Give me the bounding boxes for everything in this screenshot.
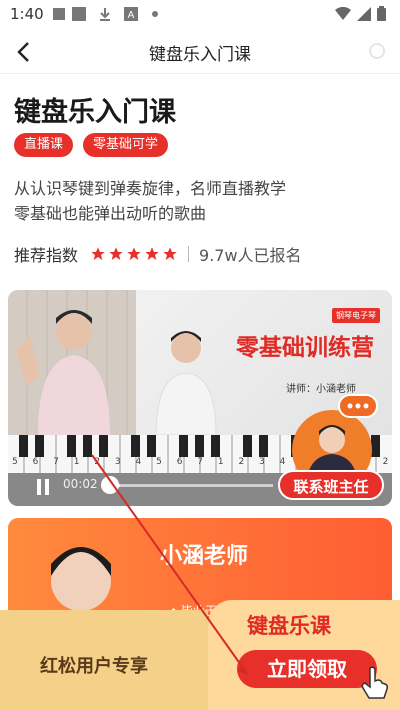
tag-beginner: 零基础可学 [83,133,169,157]
course-title: 键盘乐入门课 [14,97,176,128]
download-icon [100,8,110,21]
star-icon [145,247,159,260]
divider [188,246,190,262]
rating-row: 推荐指数 9.7w人已报名 [14,242,302,266]
status-time: 1:40 [10,5,44,23]
video-left-scene [8,290,136,435]
teacher-portrait-icon [155,331,217,435]
course-tags: 直播课 零基础可学 [14,133,169,157]
rating-stars [90,246,178,262]
status-bar: 1:40 A [0,0,400,28]
teacher-name: 小涵老师 [160,544,249,569]
progress-knob[interactable] [101,476,119,494]
contact-teacher-button[interactable]: 联系班主任 [278,470,384,500]
status-right [335,6,386,21]
share-icon[interactable] [368,42,386,60]
square-icon [72,7,86,21]
current-time: 00:02 [63,477,98,491]
pointing-hand-icon [361,666,388,699]
star-icon [127,247,141,260]
pause-icon[interactable] [32,476,54,498]
star-icon [109,247,123,260]
dot-icon [152,11,158,17]
brand-badge: 钢琴电子琴 [332,308,380,323]
teacher-figure-icon [16,310,110,435]
description-line-1: 从认识琴键到弹奏旋律，名师直播教学 [14,179,287,198]
description-line-2: 零基础也能弹出动听的歌曲 [14,204,207,223]
star-icon [163,247,177,260]
contact-widget[interactable]: 联系班主任 [278,394,384,502]
signal-icon [357,6,371,21]
tag-live: 直播课 [14,133,74,157]
member-exclusive-text: 红松用户专享 [40,656,148,677]
lecturer-line: 讲师：小涵老师 [286,384,356,395]
claim-now-button[interactable]: 立即领取 [237,650,377,688]
gallery-icon [53,8,65,20]
chat-bubble-icon [338,394,378,418]
camp-headline: 零基础训练营 [236,335,374,361]
enrolled-count: 9.7w人已报名 [199,246,302,265]
rating-label: 推荐指数 [14,246,79,265]
course-description: 从认识琴键到弹奏旋律，名师直播教学 零基础也能弹出动听的歌曲 [14,176,286,226]
promo-title: 键盘乐课 [247,614,331,638]
app-bar: 键盘乐入门课 [0,28,400,74]
star-icon [91,247,105,260]
svg-text:A: A [128,10,135,21]
battery-icon [377,6,386,21]
progress-track[interactable] [103,484,273,487]
wifi-icon [335,6,351,20]
promo-left: 红松用户专享 [0,610,208,710]
text-icon: A [124,7,138,21]
page-title: 键盘乐入门课 [149,45,251,65]
